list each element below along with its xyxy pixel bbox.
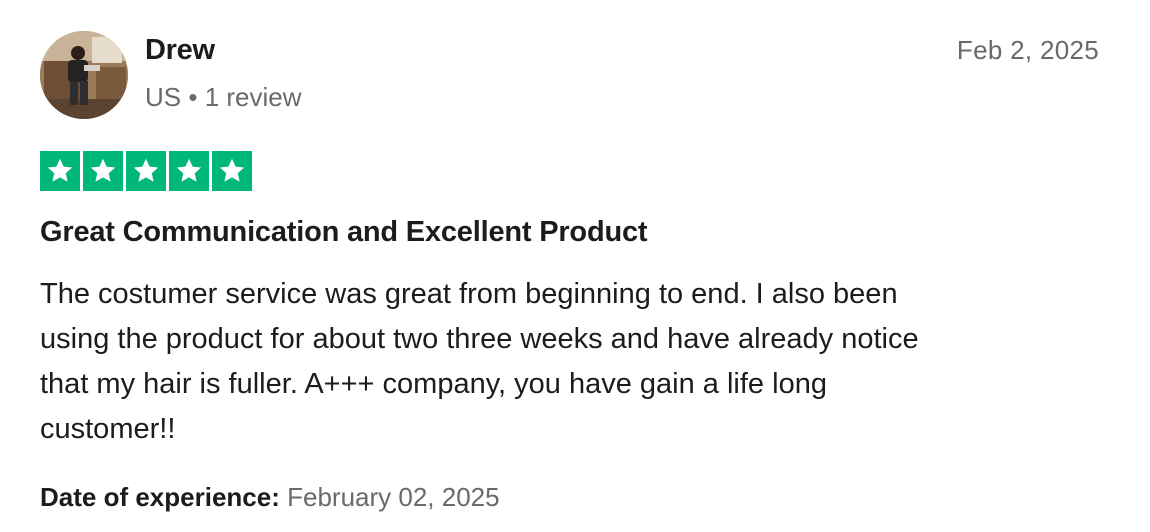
review-body-line: The costumer service was great from begi…: [40, 278, 898, 310]
review-body-line: customer!!: [40, 413, 176, 445]
reviewer-country: US: [145, 82, 182, 112]
star-icon: [169, 151, 209, 191]
avatar[interactable]: [40, 31, 128, 119]
review-body-line: using the product for about two three we…: [40, 323, 919, 355]
meta-separator: •: [188, 82, 198, 112]
star-icon: [212, 151, 252, 191]
experience-label: Date of experience:: [40, 482, 280, 512]
reviewer-review-count: 1 review: [204, 82, 302, 112]
star-icon: [40, 151, 80, 191]
star-icon: [126, 151, 166, 191]
star-icon: [83, 151, 123, 191]
date-of-experience: Date of experience: February 02, 2025: [40, 482, 500, 513]
review-body-line: that my hair is fuller. A+++ company, yo…: [40, 368, 827, 400]
review-card: Drew US • 1 review Feb 2, 2025 Great Com…: [0, 0, 1150, 532]
experience-date: February 02, 2025: [287, 482, 500, 512]
reviewer-name[interactable]: Drew: [145, 34, 215, 67]
avatar-photo: [40, 31, 128, 119]
review-title: Great Communication and Excellent Produc…: [40, 216, 648, 248]
reviewer-meta: US • 1 review: [145, 82, 302, 113]
star-rating: [40, 151, 252, 191]
review-body: The costumer service was great from begi…: [40, 272, 1090, 452]
review-date: Feb 2, 2025: [956, 35, 1099, 65]
